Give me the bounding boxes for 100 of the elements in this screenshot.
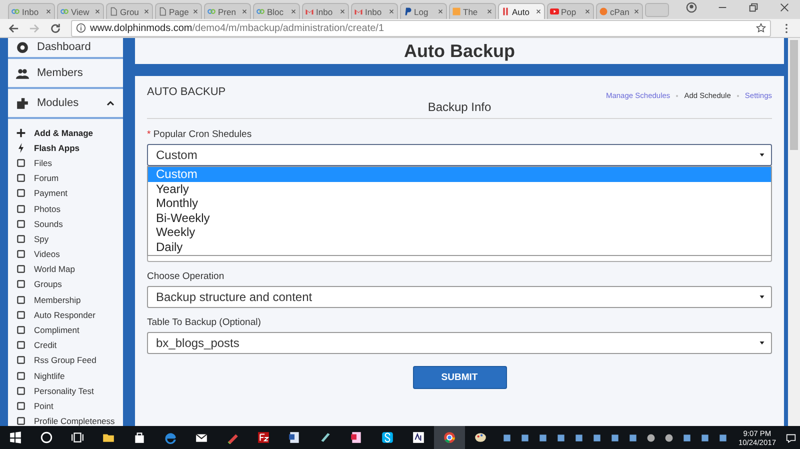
close-icon[interactable] [437, 8, 444, 15]
mail-icon [354, 7, 363, 16]
module-link[interactable]: Auto Responder [16, 307, 123, 322]
module-link[interactable]: Personality Test [16, 383, 123, 398]
browser-tab[interactable]: Pop [547, 3, 594, 19]
close-icon[interactable] [339, 8, 346, 15]
browser-tab[interactable]: Inbo [351, 3, 398, 19]
module-link[interactable]: Nightlife [16, 368, 123, 384]
module-link[interactable]: Credit [16, 338, 123, 353]
close-icon[interactable] [192, 8, 199, 15]
square-icon[interactable] [628, 432, 638, 442]
fz-icon [257, 431, 270, 444]
close-icon[interactable] [779, 2, 790, 13]
module-link[interactable]: Payment [16, 186, 123, 201]
address-bar[interactable]: www.dolphinmods.com/demo4/m/mbackup/administration/create/1 [71, 20, 771, 36]
dropdown-option[interactable]: Bi-Weekly [148, 210, 771, 226]
close-icon[interactable] [94, 8, 101, 15]
close-icon[interactable] [241, 8, 248, 15]
square-icon[interactable] [538, 432, 548, 442]
close-icon[interactable] [584, 8, 591, 15]
browser-tab[interactable]: cPan [596, 3, 643, 19]
browser-tab[interactable]: Auto [498, 3, 545, 19]
browser-tab[interactable]: Page [155, 3, 202, 19]
square-icon [16, 264, 26, 274]
browser-tab[interactable]: Pren [204, 3, 251, 19]
slides-icon [350, 431, 363, 444]
task-view-icon [71, 431, 84, 444]
browser-tab[interactable]: Inbo [302, 3, 349, 19]
dropdown-option[interactable]: Yearly [148, 182, 771, 196]
module-link[interactable]: Files [16, 155, 123, 171]
notification-icon[interactable] [786, 432, 796, 442]
module-link[interactable]: Groups [16, 276, 123, 292]
module-link[interactable]: Profile Completeness [16, 414, 123, 426]
sidebar-item[interactable]: Dashboard [8, 38, 123, 59]
sidebar-item[interactable]: Modules [8, 89, 123, 119]
mail-icon [305, 7, 314, 16]
select-field[interactable]: Custom [147, 144, 772, 166]
square-icon [452, 7, 461, 16]
module-link[interactable]: Membership [16, 292, 123, 308]
module-link[interactable]: World Map [16, 262, 123, 277]
restore-icon[interactable] [748, 2, 759, 13]
panel-title: AUTO BACKUP [147, 86, 226, 98]
browser-tab[interactable]: Bloc [253, 3, 300, 19]
dropdown-option[interactable]: Weekly [148, 225, 771, 240]
module-link[interactable]: Add & Manage [16, 125, 123, 140]
square-icon[interactable] [592, 432, 602, 442]
square-icon[interactable] [574, 432, 584, 442]
page-icon [109, 7, 118, 16]
module-link[interactable]: Photos [16, 200, 123, 216]
browser-tab[interactable]: Grou [106, 3, 153, 19]
module-link[interactable]: Spy [16, 231, 123, 246]
module-link[interactable]: Rss Group Feed [16, 352, 123, 368]
dropdown-option[interactable]: Daily [148, 240, 771, 255]
browser-tab[interactable]: Log [400, 3, 447, 19]
module-link[interactable]: Sounds [16, 216, 123, 232]
close-icon[interactable] [535, 8, 542, 15]
separator-dot [736, 94, 739, 96]
close-icon[interactable] [633, 8, 640, 15]
close-icon[interactable] [290, 8, 297, 15]
reload-icon[interactable] [50, 22, 61, 34]
square-icon [16, 340, 26, 350]
close-icon[interactable] [388, 8, 395, 15]
caret-icon [759, 152, 765, 158]
loop-icon [207, 7, 216, 16]
browser-tab[interactable]: The [449, 3, 496, 19]
bolt-icon [16, 142, 26, 153]
dropdown-option[interactable]: Monthly [148, 196, 771, 211]
module-link[interactable]: Forum [16, 170, 123, 186]
envelope-icon [195, 431, 208, 444]
module-link[interactable]: Point [16, 398, 123, 414]
chrome-icon [443, 431, 456, 444]
submit-button[interactable]: SUBMIT [412, 366, 506, 389]
square-icon [16, 279, 26, 290]
close-icon[interactable] [486, 8, 493, 15]
field-label: Choose Operation [147, 271, 226, 282]
module-link[interactable]: Videos [16, 246, 123, 262]
document-icon [288, 431, 301, 444]
back-icon[interactable] [8, 22, 19, 34]
module-link[interactable]: Compliment [16, 322, 123, 338]
plus-icon [16, 128, 26, 138]
caret-icon [759, 340, 765, 346]
browser-tab[interactable]: Inbo [8, 3, 55, 19]
scrollbar[interactable] [788, 38, 800, 426]
e-icon [164, 431, 177, 444]
close-icon[interactable] [143, 8, 150, 15]
browser-tab[interactable]: View [57, 3, 104, 19]
module-link[interactable]: Flash Apps [16, 140, 123, 156]
square-icon [16, 249, 26, 260]
select-field[interactable]: bx_blogs_posts [147, 332, 772, 354]
sidebar-item[interactable]: Members [8, 59, 123, 89]
profile-icon[interactable] [686, 2, 697, 13]
taskbar-button[interactable] [434, 426, 465, 449]
circle-icon[interactable] [664, 432, 674, 442]
select-field[interactable]: Backup structure and content [147, 286, 772, 308]
loop-icon [11, 7, 20, 16]
star-icon[interactable] [756, 23, 766, 33]
close-icon[interactable] [45, 8, 52, 15]
square-icon [16, 386, 26, 396]
square-icon [16, 204, 26, 214]
circle-icon[interactable] [646, 432, 656, 442]
